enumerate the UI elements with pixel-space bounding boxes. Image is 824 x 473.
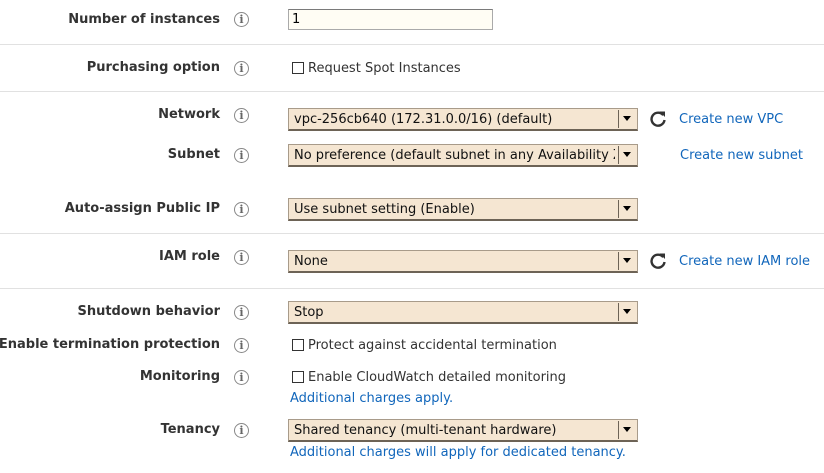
info-icon[interactable]: i [234, 202, 249, 217]
dedicated-tenancy-charges-link[interactable]: Additional charges will apply for dedica… [290, 445, 626, 461]
divider [0, 44, 824, 45]
chevron-down-icon [618, 421, 635, 439]
chevron-down-icon [618, 252, 635, 270]
monitoring-label: Monitoring [139, 369, 220, 384]
divider [0, 288, 824, 289]
public-ip-select-value: Use subnet setting (Enable) [294, 202, 475, 217]
info-icon[interactable]: i [234, 12, 249, 27]
instances-label: Number of instances [68, 12, 220, 27]
chevron-down-icon [618, 110, 635, 128]
info-icon[interactable]: i [234, 148, 249, 163]
termination-protection-checkbox[interactable] [292, 339, 304, 351]
public-ip-label: Auto-assign Public IP [64, 201, 220, 216]
info-icon[interactable]: i [234, 338, 249, 353]
shutdown-label: Shutdown behavior [77, 304, 220, 319]
purchasing-label: Purchasing option [86, 60, 220, 75]
chevron-down-icon [618, 303, 635, 321]
create-new-vpc-link[interactable]: Create new VPC [679, 112, 783, 128]
info-icon[interactable]: i [234, 370, 249, 385]
refresh-icon[interactable] [648, 109, 668, 129]
network-select-value: vpc-256cb640 (172.31.0.0/16) (default) [294, 112, 553, 127]
info-icon[interactable]: i [234, 250, 249, 265]
shutdown-select-value: Stop [294, 305, 324, 320]
divider [0, 233, 824, 234]
info-icon[interactable]: i [234, 305, 249, 320]
request-spot-label[interactable]: Request Spot Instances [308, 61, 461, 77]
number-of-instances-input[interactable] [288, 9, 493, 30]
shutdown-select[interactable]: Stop [288, 301, 638, 324]
iam-role-label: IAM role [159, 249, 220, 264]
cloudwatch-monitoring-checkbox[interactable] [292, 371, 304, 383]
network-select[interactable]: vpc-256cb640 (172.31.0.0/16) (default) [288, 108, 638, 131]
network-label: Network [158, 107, 220, 122]
subnet-select-value: No preference (default subnet in any Ava… [294, 148, 615, 163]
cloudwatch-monitoring-label[interactable]: Enable CloudWatch detailed monitoring [308, 370, 566, 386]
termination-label: Enable termination protection [0, 337, 220, 352]
subnet-select[interactable]: No preference (default subnet in any Ava… [288, 144, 638, 167]
iam-role-select-value: None [294, 254, 328, 269]
termination-protection-label[interactable]: Protect against accidental termination [308, 338, 557, 354]
create-new-subnet-link[interactable]: Create new subnet [680, 148, 803, 164]
info-icon[interactable]: i [234, 108, 249, 123]
request-spot-checkbox[interactable] [292, 62, 304, 74]
tenancy-label: Tenancy [160, 422, 220, 437]
subnet-label: Subnet [167, 147, 220, 162]
create-new-iam-role-link[interactable]: Create new IAM role [679, 254, 810, 270]
info-icon[interactable]: i [234, 423, 249, 438]
divider [0, 91, 824, 92]
public-ip-select[interactable]: Use subnet setting (Enable) [288, 198, 638, 221]
tenancy-select-value: Shared tenancy (multi-tenant hardware) [294, 423, 557, 438]
iam-role-select[interactable]: None [288, 250, 638, 273]
refresh-icon[interactable] [648, 251, 668, 271]
chevron-down-icon [618, 146, 635, 164]
chevron-down-icon [618, 200, 635, 218]
info-icon[interactable]: i [234, 61, 249, 76]
tenancy-select[interactable]: Shared tenancy (multi-tenant hardware) [288, 419, 638, 442]
monitoring-charges-link[interactable]: Additional charges apply. [290, 391, 453, 407]
